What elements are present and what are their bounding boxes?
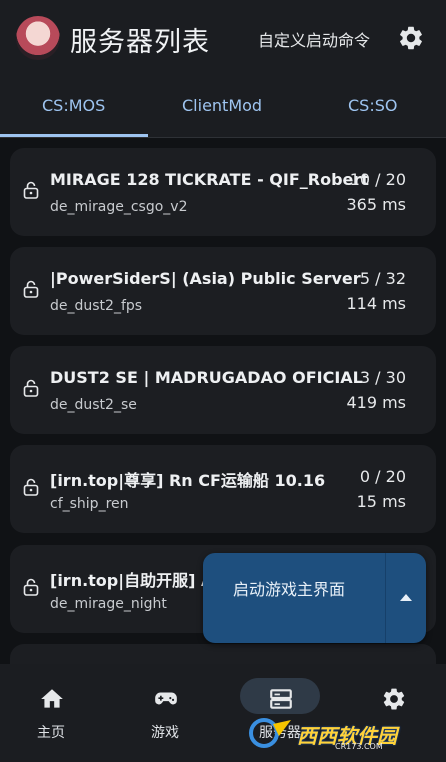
app-header: 服务器列表 自定义启动命令: [0, 0, 446, 78]
lock-icon: [23, 478, 39, 496]
server-name: [irn.top|自助开服] A: [50, 571, 214, 590]
lock-icon: [23, 379, 39, 397]
avatar[interactable]: [16, 16, 60, 60]
launch-game-button[interactable]: 启动游戏主界面: [233, 576, 345, 600]
lock-icon: [23, 181, 39, 199]
divider: [385, 553, 386, 643]
server-ping: 365 ms: [346, 195, 406, 214]
tab-csso[interactable]: CS:SO: [348, 96, 397, 115]
server-name: MIRAGE 128 TICKRATE - QIF_Robert: [50, 170, 369, 189]
server-card[interactable]: [irn.top|尊享] Rn CF运输船 10.16 cf_ship_ren …: [10, 445, 436, 533]
server-card[interactable]: |PowerSiderS| (Asia) Public Server de_du…: [10, 247, 436, 335]
gamepad-icon: [155, 692, 177, 705]
tab-bar: CS:MOS ClientMod CS:SO: [0, 78, 446, 138]
nav-label: 游戏: [151, 725, 179, 741]
tab-indicator: [0, 134, 148, 137]
server-card[interactable]: MIRAGE 128 TICKRATE - QIF_Robert de_mira…: [10, 148, 436, 236]
server-name: [irn.top|尊享] Rn CF运输船 10.16: [50, 471, 326, 490]
gear-icon[interactable]: [397, 24, 425, 52]
server-players: 10 / 20: [349, 170, 406, 189]
nav-item-home[interactable]: 主页: [6, 664, 96, 762]
custom-command-button[interactable]: 自定义启动命令: [258, 27, 370, 51]
server-map: de_mirage_csgo_v2: [50, 199, 188, 215]
server-name: DUST2 SE | MADRUGADAO OFICIAL: [50, 368, 363, 387]
server-icon: [270, 689, 292, 709]
server-players: 3 / 30: [359, 368, 406, 387]
home-icon: [41, 689, 63, 708]
server-players: 0 / 20: [359, 467, 406, 486]
server-map: de_mirage_night: [50, 596, 167, 612]
lock-icon: [23, 578, 39, 596]
tab-clientmod[interactable]: ClientMod: [182, 96, 262, 115]
page-title: 服务器列表: [70, 27, 210, 58]
server-map: cf_ship_ren: [50, 496, 129, 512]
nav-item-games[interactable]: 游戏: [120, 664, 210, 762]
watermark-subtext: CR173.COM: [335, 742, 383, 751]
launch-game-split-button: 启动游戏主界面: [203, 553, 426, 643]
server-players: 5 / 32: [359, 269, 406, 288]
tab-csmos[interactable]: CS:MOS: [42, 96, 105, 115]
watermark: 西西软件园 CR173.COM: [247, 714, 432, 752]
server-card[interactable]: DUST2 SE | MADRUGADAO OFICIAL de_dust2_s…: [10, 346, 436, 434]
caret-up-icon[interactable]: [400, 594, 412, 601]
lock-icon: [23, 280, 39, 298]
watermark-logo-icon: [249, 718, 291, 748]
server-ping: 114 ms: [346, 294, 406, 313]
settings-icon: [383, 688, 405, 710]
server-ping: 15 ms: [356, 492, 406, 511]
server-map: de_dust2_se: [50, 397, 137, 413]
server-map: de_dust2_fps: [50, 298, 143, 314]
nav-label: 主页: [37, 725, 65, 741]
server-ping: 419 ms: [346, 393, 406, 412]
server-name: |PowerSiderS| (Asia) Public Server: [50, 269, 361, 288]
